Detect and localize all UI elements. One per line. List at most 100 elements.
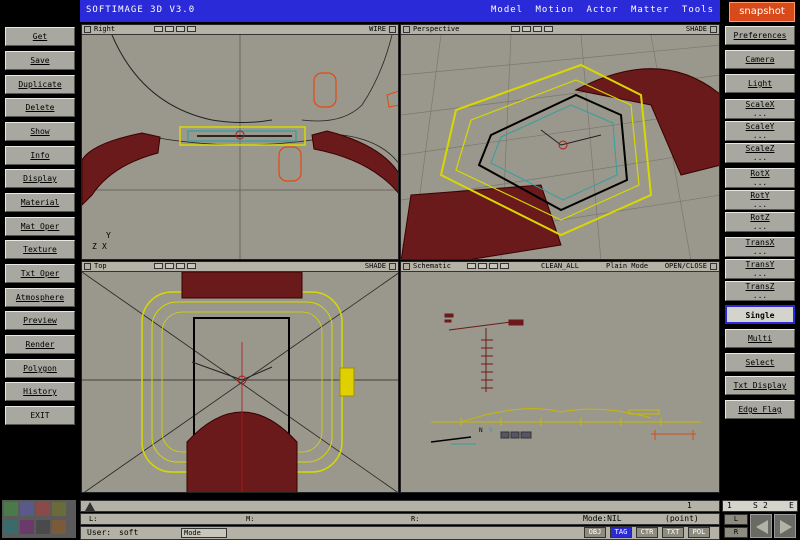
- maximize-icon[interactable]: [389, 26, 396, 33]
- middle-mouse-label: M:: [246, 515, 255, 523]
- viewport-right-name[interactable]: Right: [94, 25, 115, 34]
- viewport-top-mode[interactable]: SHADE: [365, 262, 386, 271]
- save-button[interactable]: Save: [5, 51, 75, 70]
- play-backward-icon: [756, 520, 768, 534]
- mode-value: NIL: [607, 514, 622, 523]
- view-toggle-boxes[interactable]: [467, 263, 511, 272]
- polygon-button[interactable]: Polygon: [5, 359, 75, 378]
- viewport-schematic-name[interactable]: Schematic: [413, 262, 451, 271]
- snapshot-button[interactable]: snapshot: [729, 2, 795, 22]
- mode-selector[interactable]: Mode: [181, 528, 227, 538]
- light-button[interactable]: Light: [725, 74, 795, 93]
- maximize-icon[interactable]: [389, 263, 396, 270]
- play-backward-button[interactable]: [750, 514, 772, 538]
- multi-button[interactable]: Multi: [725, 329, 795, 348]
- txt-display-button[interactable]: Txt_Display: [725, 376, 795, 395]
- rot-y-button[interactable]: RotY...: [725, 190, 795, 210]
- viewport-schematic-header: Schematic CLEAN_ALL Plain Mode OPEN/CLOS…: [401, 262, 719, 272]
- rot-z-dots: ...: [752, 222, 768, 231]
- timeline-start-marker[interactable]: [85, 502, 95, 511]
- viewport-top-name[interactable]: Top: [94, 262, 107, 271]
- edge-flag-button[interactable]: Edge_Flag: [725, 400, 795, 419]
- trans-y-label: TransY: [745, 260, 775, 269]
- viewport-right-mode[interactable]: WIRE: [369, 25, 386, 34]
- scale-z-button[interactable]: ScaleZ...: [725, 143, 795, 163]
- trans-z-button[interactable]: TransZ...: [725, 281, 795, 301]
- scale-x-button[interactable]: ScaleX...: [725, 99, 795, 119]
- scale-y-button[interactable]: ScaleY...: [725, 121, 795, 141]
- display-button[interactable]: Display: [5, 169, 75, 188]
- single-button[interactable]: Single: [725, 305, 795, 324]
- pol-tab[interactable]: POL: [688, 527, 710, 538]
- material-button[interactable]: Material: [5, 193, 75, 212]
- color-palette[interactable]: [2, 500, 76, 538]
- trans-y-button[interactable]: TransY...: [725, 259, 795, 279]
- menu-matter[interactable]: Matter: [631, 5, 670, 15]
- trans-x-button[interactable]: TransX...: [725, 237, 795, 257]
- atmosphere-button[interactable]: Atmosphere: [5, 288, 75, 307]
- txt-tab[interactable]: TXT: [662, 527, 684, 538]
- user-value: soft: [119, 528, 139, 537]
- menu-model[interactable]: Model: [491, 5, 523, 15]
- plain-mode-option[interactable]: Plain Mode: [606, 262, 648, 271]
- timeline-bar[interactable]: 1: [80, 500, 720, 512]
- maximize-icon[interactable]: [710, 263, 717, 270]
- mat-oper-button[interactable]: Mat_Oper: [5, 217, 75, 236]
- rot-z-label: RotZ: [750, 213, 770, 222]
- tag-tab[interactable]: TAG: [610, 527, 632, 538]
- viewport-top[interactable]: Top SHADE: [81, 261, 399, 493]
- viewport-menu-icon[interactable]: [84, 263, 91, 270]
- right-mouse-label: R:: [411, 515, 420, 523]
- clean-all-option[interactable]: CLEAN_ALL: [541, 262, 579, 271]
- start-frame[interactable]: 1: [727, 501, 732, 511]
- rot-x-button[interactable]: RotX...: [725, 168, 795, 188]
- scale-z-dots: ...: [752, 153, 768, 162]
- user-label: User:: [87, 528, 112, 537]
- exit-button[interactable]: EXIT: [5, 406, 75, 425]
- texture-button[interactable]: Texture: [5, 240, 75, 259]
- view-toggle-boxes[interactable]: [154, 26, 198, 35]
- menu-actor[interactable]: Actor: [586, 5, 618, 15]
- title-bar: SOFTIMAGE 3D V3.0 Model Motion Actor Mat…: [80, 0, 720, 22]
- preferences-button[interactable]: Preferences: [725, 26, 795, 45]
- view-toggle-boxes[interactable]: [511, 26, 555, 35]
- view-toggle-boxes[interactable]: [154, 263, 198, 272]
- info-button[interactable]: Info: [5, 146, 75, 165]
- schematic-v-label: V: [489, 427, 493, 434]
- viewport-perspective-mode[interactable]: SHADE: [686, 25, 707, 34]
- open-close-option[interactable]: OPEN/CLOSE: [665, 262, 707, 271]
- txt-oper-button[interactable]: Txt_Oper: [5, 264, 75, 283]
- module-menu: Model Motion Actor Matter Tools: [485, 5, 714, 15]
- mouse-status-bar: L: M: R:: [80, 513, 720, 525]
- top-view-canvas: [82, 272, 398, 492]
- viewport-right[interactable]: Right WIRE Z X Y: [81, 24, 399, 260]
- viewport-perspective-header: Perspective SHADE: [401, 25, 719, 35]
- history-button[interactable]: History: [5, 382, 75, 401]
- camera-button[interactable]: Camera: [725, 50, 795, 69]
- preview-button[interactable]: Preview: [5, 311, 75, 330]
- rot-z-button[interactable]: RotZ...: [725, 212, 795, 232]
- frame-range[interactable]: 1 S 2 E: [722, 500, 798, 512]
- render-button[interactable]: Render: [5, 335, 75, 354]
- obj-tab[interactable]: OBJ: [584, 527, 606, 538]
- viewport-schematic[interactable]: Schematic CLEAN_ALL Plain Mode OPEN/CLOS…: [400, 261, 720, 493]
- delete-button[interactable]: Delete: [5, 98, 75, 117]
- menu-motion[interactable]: Motion: [536, 5, 575, 15]
- viewport-perspective-name[interactable]: Perspective: [413, 25, 459, 34]
- menu-tools[interactable]: Tools: [682, 5, 714, 15]
- viewport-perspective[interactable]: Perspective SHADE: [400, 24, 720, 260]
- right-label-button[interactable]: R: [724, 527, 748, 538]
- left-label-button[interactable]: L: [724, 514, 748, 525]
- viewport-menu-icon[interactable]: [403, 26, 410, 33]
- show-button[interactable]: Show: [5, 122, 75, 141]
- play-forward-button[interactable]: [774, 514, 796, 538]
- viewport-menu-icon[interactable]: [403, 263, 410, 270]
- end-frame[interactable]: 2: [763, 501, 768, 511]
- axis-x-label: X: [102, 242, 107, 251]
- select-button[interactable]: Select: [725, 353, 795, 372]
- viewport-menu-icon[interactable]: [84, 26, 91, 33]
- get-button[interactable]: Get: [5, 27, 75, 46]
- ctr-tab[interactable]: CTR: [636, 527, 658, 538]
- maximize-icon[interactable]: [710, 26, 717, 33]
- duplicate-button[interactable]: Duplicate: [5, 75, 75, 94]
